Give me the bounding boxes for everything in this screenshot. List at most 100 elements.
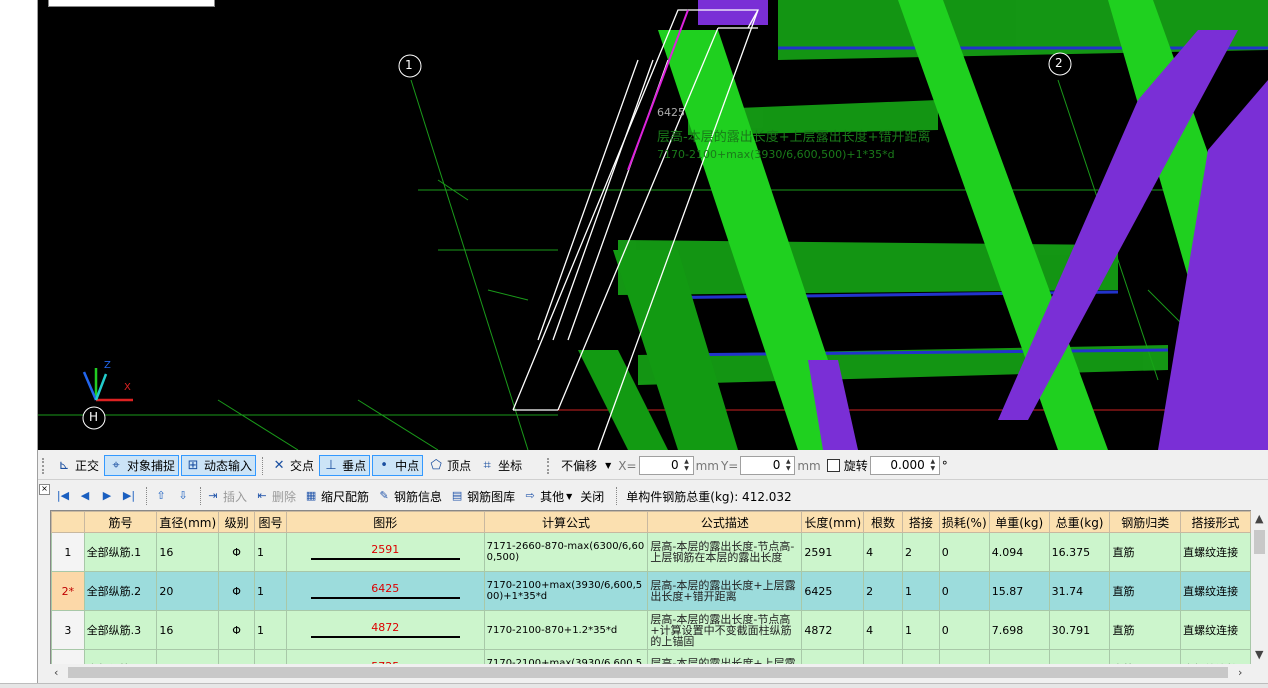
toolbar-grip[interactable] [42, 457, 47, 474]
cell-diameter[interactable]: 20 [156, 649, 220, 664]
header-col[interactable]: 单重(kg) [988, 511, 1050, 533]
last-record-icon[interactable]: ▶| [120, 487, 138, 505]
scroll-up-icon[interactable]: ▲ [1255, 512, 1263, 525]
vertex-button[interactable]: ⬠ 顶点 [425, 455, 474, 476]
table-row-selected[interactable]: 2* 全部纵筋.2 20 Φ 1 6425 7170-2100+max(3930… [51, 571, 1251, 611]
cell-grade[interactable]: Φ [218, 649, 256, 664]
cell-total-weight[interactable]: 31.74 [1048, 571, 1111, 611]
y-input[interactable]: 0 ▲ ▼ [740, 456, 796, 475]
cell-shape[interactable]: 2591 [285, 532, 485, 572]
prev-record-icon[interactable]: ◀ [76, 487, 94, 505]
scale-rebar-button[interactable]: ▦ 缩尺配筋 [304, 488, 369, 505]
cell-figure[interactable]: 1 [254, 532, 287, 572]
header-col[interactable]: 损耗(%) [938, 511, 990, 533]
header-col[interactable]: 直径(mm) [156, 511, 220, 533]
cell-unit-weight[interactable]: 14.141 [988, 649, 1050, 664]
spin-arrows-icon[interactable]: ▲ ▼ [928, 458, 938, 473]
delete-button[interactable]: ⇤ 删除 [255, 488, 296, 505]
cell-diameter[interactable]: 16 [156, 610, 220, 650]
table-row[interactable]: 3 全部纵筋.3 16 Φ 1 4872 7170-2100-870+1.2*3… [51, 610, 1251, 650]
cell-name[interactable]: 全部纵筋.2 [83, 571, 158, 611]
cell-category[interactable]: 直筋 [1109, 571, 1182, 611]
cell-figure[interactable]: 1 [254, 610, 287, 650]
spin-arrows-icon[interactable]: ▲ ▼ [682, 458, 692, 473]
cell-grade[interactable]: Φ [218, 610, 256, 650]
row-index[interactable]: 3 [51, 610, 85, 650]
x-input[interactable]: 0 ▲ ▼ [638, 456, 694, 475]
cell-diameter[interactable]: 20 [156, 571, 220, 611]
cell-formula[interactable]: 7170-2100+max(3930/6,600,500) [483, 649, 649, 664]
cell-formula[interactable]: 7171-2660-870-max(6300/6,600,500) [483, 532, 649, 572]
cell-loss[interactable]: 0 [938, 571, 990, 611]
header-col[interactable]: 计算公式 [483, 511, 649, 533]
cell-length[interactable]: 4872 [801, 610, 865, 650]
rebar-library-button[interactable]: ▤ 钢筋图库 [450, 488, 515, 505]
3d-viewport[interactable]: 1 2 H Z X 6425 层高-本层的露出长度+上层露出长度+错开距离 71… [38, 0, 1268, 450]
header-col[interactable]: 筋号 [83, 511, 158, 533]
perpendicular-button[interactable]: ⊥ 垂点 [319, 455, 371, 476]
move-down-icon[interactable]: ⇩ [174, 487, 192, 505]
object-snap-button[interactable]: ⌖ 对象捕捉 [104, 455, 180, 476]
cell-shape[interactable]: 4872 [285, 610, 485, 650]
cell-category[interactable]: 直筋 [1109, 532, 1182, 572]
midpoint-button[interactable]: • 中点 [372, 455, 424, 476]
cell-loss[interactable]: 0 [938, 610, 990, 650]
cell-length[interactable]: 2591 [801, 532, 865, 572]
cell-lap-type[interactable]: 直螺纹连接 [1180, 610, 1251, 650]
cell-shape[interactable]: 6425 [285, 571, 485, 611]
cell-diameter[interactable]: 16 [156, 532, 220, 572]
header-col[interactable]: 图形 [285, 511, 485, 533]
coordinate-button[interactable]: ⌗ 坐标 [476, 455, 525, 476]
cell-formula[interactable]: 7170-2100-870+1.2*35*d [483, 610, 649, 650]
header-col[interactable]: 长度(mm) [801, 511, 865, 533]
cell-lap-type[interactable]: 直螺纹连接 [1180, 532, 1251, 572]
cell-unit-weight[interactable]: 7.698 [988, 610, 1050, 650]
cell-lap[interactable]: 1 [901, 571, 940, 611]
cell-lap[interactable]: 1 [901, 610, 940, 650]
dynamic-input-button[interactable]: ⊞ 动态输入 [181, 455, 257, 476]
cell-length[interactable]: 5725 [801, 649, 865, 664]
cell-lap[interactable]: 2 [901, 532, 940, 572]
cell-formula[interactable]: 7170-2100+max(3930/6,600,500)+1*35*d [483, 571, 649, 611]
next-record-icon[interactable]: ▶ [98, 487, 116, 505]
header-col[interactable]: 根数 [863, 511, 903, 533]
vertical-scrollbar[interactable]: ▲ ▼ [1251, 510, 1268, 665]
intersection-button[interactable]: ✕ 交点 [268, 455, 317, 476]
row-index[interactable]: 4 [51, 649, 85, 664]
cell-figure[interactable]: 1 [254, 649, 287, 664]
scroll-left-icon[interactable]: ‹ [54, 666, 58, 679]
cell-total-weight[interactable]: 28.282 [1048, 649, 1111, 664]
cell-unit-weight[interactable]: 4.094 [988, 532, 1050, 572]
rotate-checkbox[interactable] [826, 459, 840, 472]
table-row[interactable]: 4 全部纵筋.4 20 Φ 1 5725 7170-2100+max(3930/… [51, 649, 1251, 664]
cell-grade[interactable]: Φ [218, 532, 256, 572]
cell-count[interactable]: 4 [863, 610, 903, 650]
other-menu-button[interactable]: ⇨ 其他 ▼ [523, 488, 572, 505]
rotate-input[interactable]: 0.000 ▲ ▼ [869, 456, 940, 475]
cell-count[interactable]: 2 [863, 649, 903, 664]
cell-count[interactable]: 2 [863, 571, 903, 611]
scroll-right-icon[interactable]: › [1238, 666, 1242, 679]
cell-name[interactable]: 全部纵筋.4 [83, 649, 158, 664]
cell-total-weight[interactable]: 16.375 [1048, 532, 1111, 572]
rebar-info-button[interactable]: ✎ 钢筋信息 [377, 488, 442, 505]
cell-name[interactable]: 全部纵筋.1 [83, 532, 158, 572]
cell-description[interactable]: 层高-本层的露出长度+上层露出长度+错开距离 [647, 571, 803, 611]
cell-loss[interactable]: 0 [938, 649, 990, 664]
spin-arrows-icon[interactable]: ▲ ▼ [783, 458, 793, 473]
cell-count[interactable]: 4 [863, 532, 903, 572]
header-col[interactable]: 图号 [254, 511, 287, 533]
cell-description[interactable]: 层高-本层的露出长度+上层露出长度 [647, 649, 803, 664]
cell-description[interactable]: 层高-本层的露出长度-节点高+计算设置中不变截面柱纵筋的上锚固 [647, 610, 803, 650]
row-index[interactable]: 2* [51, 571, 85, 611]
scroll-thumb[interactable] [68, 667, 1228, 678]
ortho-button[interactable]: ⊾ 正交 [53, 455, 102, 476]
cell-unit-weight[interactable]: 15.87 [988, 571, 1050, 611]
scroll-down-icon[interactable]: ▼ [1255, 648, 1263, 661]
header-col[interactable]: 搭接 [901, 511, 940, 533]
header-col[interactable]: 搭接形式 [1180, 511, 1251, 533]
cell-lap[interactable]: 1 [901, 649, 940, 664]
insert-button[interactable]: ⇥ 插入 [206, 488, 247, 505]
cell-category[interactable]: 直筋 [1109, 649, 1182, 664]
cell-total-weight[interactable]: 30.791 [1048, 610, 1111, 650]
